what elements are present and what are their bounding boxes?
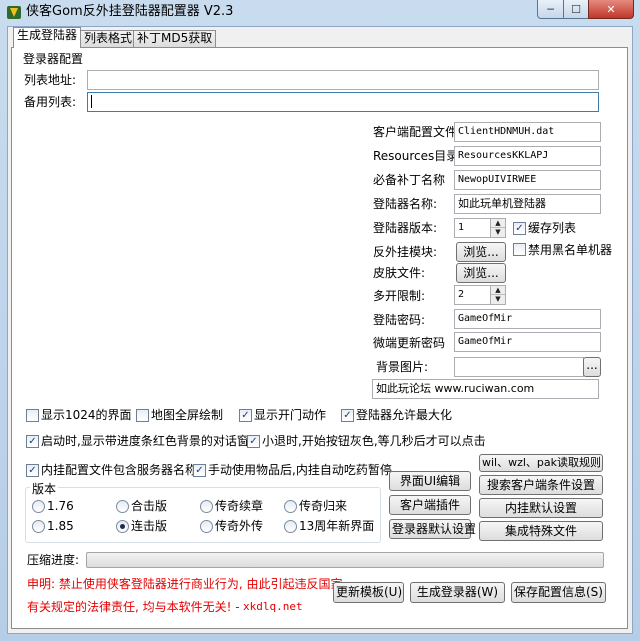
radio-label-waizhuan: 传奇外传	[215, 519, 264, 533]
background-image-label: 背景图片:	[376, 360, 429, 374]
radio-label-13th-anniv: 13周年新界面	[299, 519, 375, 533]
label-allow-maximize: 登陆器允许最大化	[356, 408, 453, 422]
checkbox-embed-server-name[interactable]: ✓	[26, 464, 39, 477]
version-group-title: 版本	[30, 481, 59, 497]
section-title: 登录器配置	[23, 52, 84, 66]
resources-dir-label: Resources目录	[373, 149, 459, 163]
radio-13th-anniv[interactable]	[284, 520, 297, 533]
skin-file-label: 皮肤文件:	[373, 266, 426, 280]
close-button[interactable]: ✕	[588, 0, 634, 19]
required-patch-label: 必备补丁名称	[373, 173, 446, 187]
list-url-label: 列表地址:	[24, 73, 77, 87]
maximize-button[interactable]: ☐	[563, 0, 589, 19]
launcher-version-label: 登陆器版本:	[373, 221, 438, 235]
forum-link[interactable]: 如此玩论坛 www.ruciwan.com	[372, 379, 599, 399]
tab-patch-md5[interactable]: 补丁MD5获取	[133, 30, 217, 47]
checkbox-progress-dialog[interactable]: ✓	[26, 435, 39, 448]
app-icon	[6, 4, 22, 20]
launcher-name-input[interactable]: 如此玩单机登陆器	[454, 194, 601, 214]
label-auto-potion: 手动使用物品后,内挂自动吃药暂停	[208, 463, 392, 477]
tab-generate-launcher[interactable]: 生成登陆器	[13, 27, 82, 48]
resources-dir-input[interactable]: ResourcesKKLAPJ	[454, 146, 601, 166]
launcher-password-input[interactable]: GameOfMir	[454, 309, 601, 329]
client-config-file-input[interactable]: ClientHDNMUH.dat	[454, 122, 601, 142]
microupdate-password-label: 微端更新密码	[373, 336, 446, 350]
disable-blacklist-label: 禁用黑名单机器	[528, 243, 613, 257]
search-client-settings-button[interactable]: 搜索客户端条件设置	[479, 475, 603, 495]
launcher-default-button[interactable]: 登录器默认设置	[389, 519, 476, 539]
checkbox-door-anim[interactable]: ✓	[239, 409, 252, 422]
checkbox-1024-ui[interactable]	[26, 409, 39, 422]
launcher-password-label: 登陆密码:	[373, 313, 426, 327]
text-caret	[91, 95, 92, 108]
disclaimer-site: xkdlq.net	[243, 600, 303, 613]
multi-open-spinner[interactable]: ▲ ▼	[490, 285, 506, 305]
radio-label-lianji: 连击版	[131, 519, 168, 533]
radio-label-1-76: 1.76	[47, 499, 74, 513]
list-url-input[interactable]	[87, 70, 599, 90]
spin-up-icon[interactable]: ▲	[491, 286, 505, 295]
progress-label: 压缩进度:	[27, 553, 80, 567]
anti-cheat-label: 反外挂模块:	[373, 245, 438, 259]
disclaimer-line-1: 申明: 禁止使用侠客登陆器进行商业行为, 由此引起违反国家	[27, 577, 343, 591]
read-rules-button[interactable]: wil、wzl、pak读取规则	[479, 454, 603, 472]
backup-list-label: 备用列表:	[24, 95, 77, 109]
radio-1-85[interactable]	[32, 520, 45, 533]
backup-list-input[interactable]	[87, 92, 599, 112]
update-template-button[interactable]: 更新模板(U)	[333, 582, 404, 603]
tab-list-format[interactable]: 列表格式	[80, 30, 137, 47]
label-door-anim: 显示开门动作	[254, 408, 327, 422]
build-launcher-button[interactable]: 生成登录器(W)	[410, 582, 505, 603]
label-1024-ui: 显示1024的界面	[41, 408, 132, 422]
skin-browse-button[interactable]: 浏览...	[456, 263, 506, 283]
disable-blacklist-checkbox[interactable]	[513, 243, 526, 256]
minimize-button[interactable]: ─	[537, 0, 564, 19]
background-image-browse-button[interactable]: ...	[583, 357, 601, 377]
microupdate-password-input[interactable]: GameOfMir	[454, 332, 601, 352]
launcher-version-spinner[interactable]: ▲ ▼	[490, 218, 506, 238]
multi-open-input[interactable]: 2	[454, 285, 491, 305]
radio-guilai[interactable]	[284, 500, 297, 513]
multi-open-label: 多开限制:	[373, 289, 426, 303]
radio-label-guilai: 传奇归来	[299, 499, 348, 513]
plugin-default-button[interactable]: 内挂默认设置	[479, 498, 603, 518]
radio-label-1-85: 1.85	[47, 519, 74, 533]
launcher-name-label: 登陆器名称:	[373, 197, 438, 211]
checkbox-auto-potion[interactable]: ✓	[193, 464, 206, 477]
client-config-file-label: 客户端配置文件	[373, 125, 458, 139]
compression-progress-bar	[86, 552, 604, 568]
radio-xuzhang[interactable]	[200, 500, 213, 513]
save-config-button[interactable]: 保存配置信息(S)	[511, 582, 606, 603]
spin-down-icon[interactable]: ▼	[491, 295, 505, 304]
disclaimer-line-2: 有关规定的法律责任, 均与本软件无关! -	[27, 600, 240, 614]
required-patch-input[interactable]: NewopUIVIRWEE	[454, 170, 601, 190]
spin-up-icon[interactable]: ▲	[491, 219, 505, 228]
checkbox-allow-maximize[interactable]: ✓	[341, 409, 354, 422]
spin-down-icon[interactable]: ▼	[491, 228, 505, 237]
cache-list-checkbox[interactable]: ✓	[513, 222, 526, 235]
radio-heji[interactable]	[116, 500, 129, 513]
version-group	[25, 487, 381, 543]
checkbox-minor-quit[interactable]: ✓	[247, 435, 260, 448]
checkbox-map-fullscreen[interactable]	[136, 409, 149, 422]
launcher-version-input[interactable]: 1	[454, 218, 491, 238]
label-minor-quit: 小退时,开始按钮灰色,等几秒后才可以点击	[262, 434, 486, 448]
radio-label-xuzhang: 传奇续章	[215, 499, 264, 513]
client-plugin-button[interactable]: 客户端插件	[389, 495, 471, 515]
ui-edit-button[interactable]: 界面UI编辑	[389, 471, 471, 491]
cache-list-label: 缓存列表	[528, 221, 577, 235]
background-image-input[interactable]	[454, 357, 584, 377]
radio-1-76[interactable]	[32, 500, 45, 513]
radio-lianji[interactable]	[116, 520, 129, 533]
anti-cheat-browse-button[interactable]: 浏览...	[456, 242, 506, 262]
integrate-files-button[interactable]: 集成特殊文件	[479, 521, 603, 541]
radio-label-heji: 合击版	[131, 499, 168, 513]
label-embed-server-name: 内挂配置文件包含服务器名称	[41, 463, 198, 477]
label-map-fullscreen: 地图全屏绘制	[151, 408, 224, 422]
radio-waizhuan[interactable]	[200, 520, 213, 533]
label-progress-dialog: 启动时,显示带进度条红色背景的对话窗	[41, 434, 249, 448]
window-title: 侠客Gom反外挂登陆器配置器 V2.3	[26, 4, 234, 19]
